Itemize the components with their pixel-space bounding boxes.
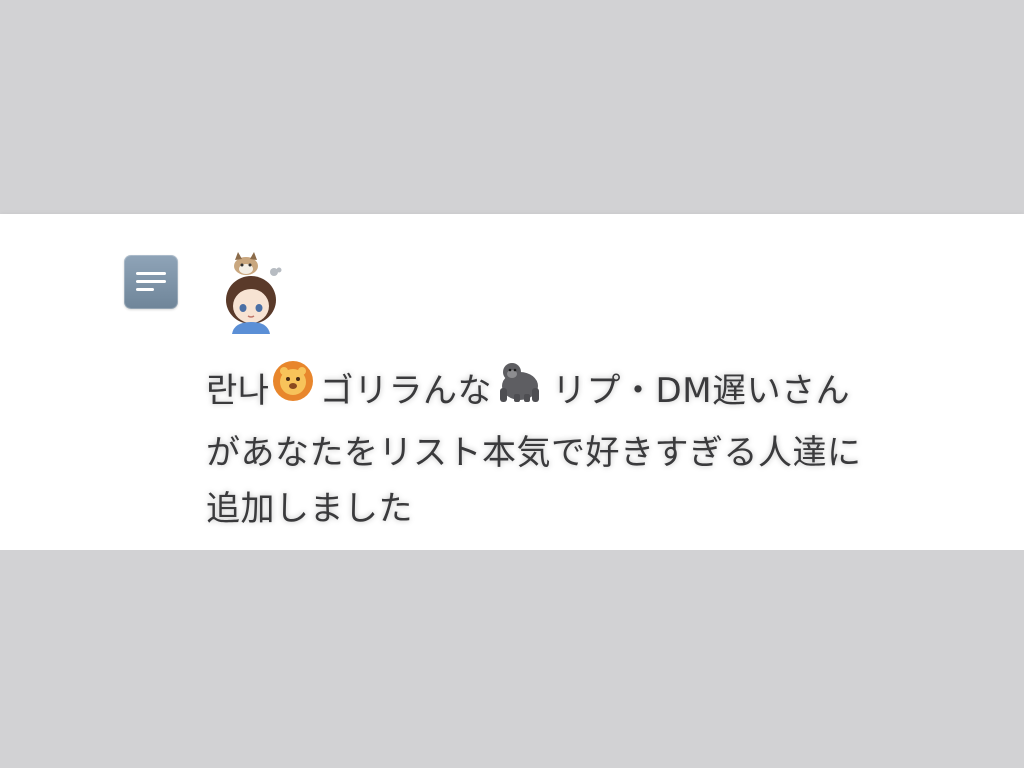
lion-face-icon [272, 360, 314, 419]
top-background [0, 0, 1024, 214]
message-line-3: 追加しました [206, 489, 413, 529]
user-name-part2: ゴリラんな [319, 371, 493, 411]
bottom-background [0, 550, 1024, 768]
list-icon [124, 255, 178, 309]
message-line-2: があなたをリスト本気で好きすぎる人達に [206, 433, 862, 473]
user-name-part3: リプ・DM遅いさん [552, 371, 851, 411]
user-avatar[interactable] [218, 250, 284, 334]
gorilla-icon [494, 360, 546, 419]
user-name-part1: 란나 [206, 371, 270, 411]
notification-card[interactable]: 란나 ゴリラんな リプ・DM遅いさん があなたをリスト本気で好きすぎる人達に 追加し… [0, 214, 1024, 550]
notification-message: 란나 ゴリラんな リプ・DM遅いさん があなたをリスト本気で好きすぎる人達に 追加し… [206, 360, 966, 537]
